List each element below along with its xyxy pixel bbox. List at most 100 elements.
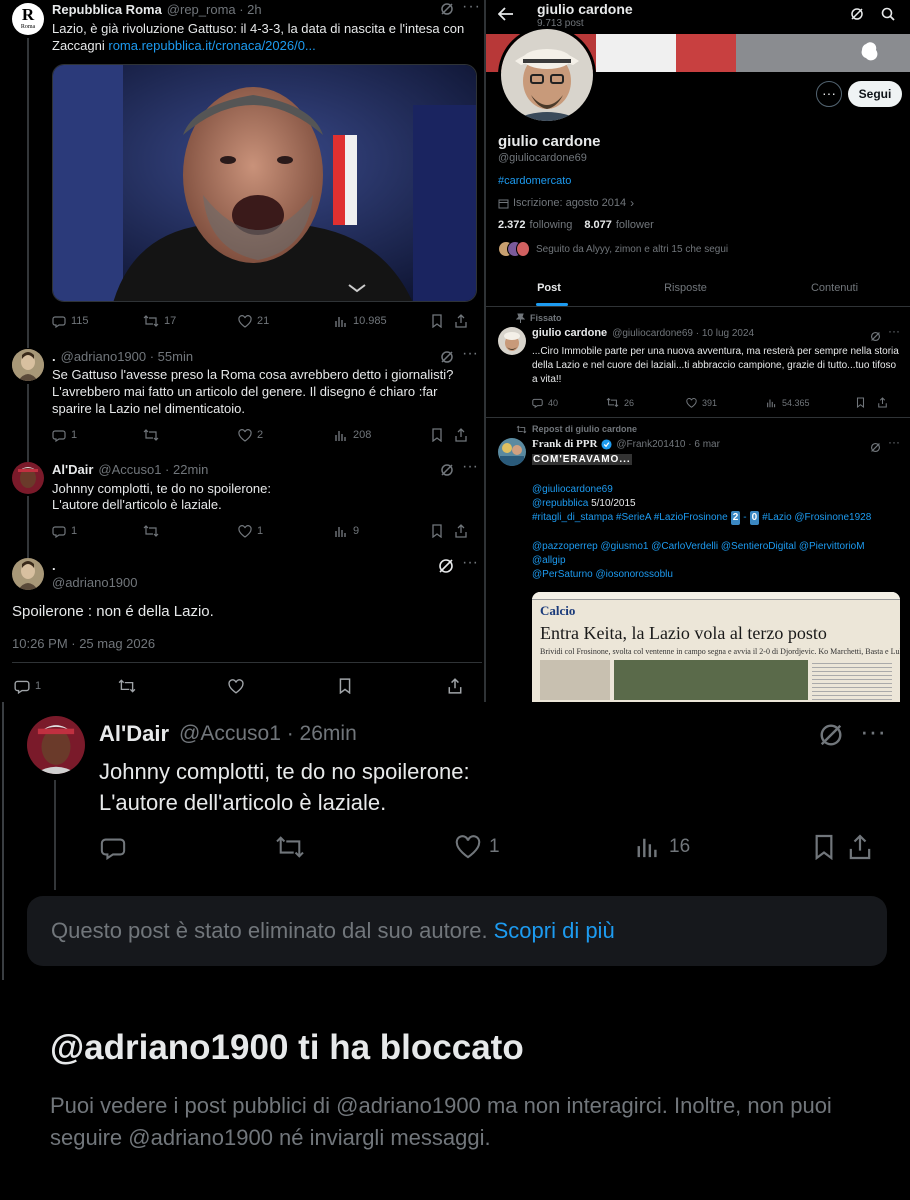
share-button[interactable] bbox=[455, 314, 467, 328]
author-handle[interactable]: @rep_roma · 2h bbox=[167, 2, 262, 17]
author-name[interactable]: Frank di PPR bbox=[532, 438, 597, 450]
follow-button[interactable]: Segui bbox=[848, 81, 902, 107]
author-name[interactable]: Al'Dair bbox=[99, 721, 169, 747]
learn-more-link[interactable]: Scopri di più bbox=[494, 918, 615, 944]
mention-link[interactable]: @giuliocardone69 bbox=[532, 483, 613, 497]
author-name[interactable]: giulio cardone bbox=[532, 327, 607, 339]
share-button[interactable] bbox=[878, 397, 887, 408]
tweet-timestamp[interactable]: 10:26 PM · 25 mag 2026 bbox=[12, 636, 155, 651]
retweet-button[interactable] bbox=[143, 524, 238, 538]
mentions-line2[interactable]: @allgip bbox=[532, 554, 566, 568]
author-handle[interactable]: @giuliocardone69 · 10 lug 2024 bbox=[612, 328, 754, 339]
adriano-avatar[interactable] bbox=[12, 349, 44, 381]
retweet-button[interactable] bbox=[275, 834, 455, 860]
author-handle[interactable]: @adriano1900 bbox=[52, 575, 137, 590]
tweet-text: Lazio, è già rivoluzione Gattuso: il 4-3… bbox=[52, 21, 465, 53]
hashtag-links[interactable]: #ritagli_di_stampa #SerieA #LazioFrosino… bbox=[532, 511, 728, 525]
author-handle[interactable]: @adriano1900 · 55min bbox=[61, 349, 193, 364]
author-name[interactable]: Al'Dair bbox=[52, 462, 93, 477]
bookmark-button[interactable] bbox=[431, 314, 455, 328]
frank-avatar[interactable] bbox=[498, 438, 526, 466]
views-button[interactable]: 208 bbox=[334, 429, 431, 442]
newspaper-clipping-image[interactable]: Calcio Entra Keita, la Lazio vola al ter… bbox=[532, 592, 900, 702]
tab-post[interactable]: Post bbox=[486, 269, 612, 306]
profile-hashtag[interactable]: #cardomercato bbox=[498, 175, 571, 187]
author-handle[interactable]: @Accuso1 · 22min bbox=[98, 462, 208, 477]
grok-icon[interactable] bbox=[440, 2, 454, 21]
following-stats[interactable]: 2.372 following 8.077 follower bbox=[498, 219, 654, 231]
back-arrow-icon[interactable] bbox=[497, 7, 514, 26]
author-handle[interactable]: @Frank201410 · 6 mar bbox=[616, 439, 720, 450]
share-button[interactable] bbox=[455, 524, 467, 538]
adriano-avatar[interactable] bbox=[12, 558, 44, 590]
views-button[interactable]: 16 bbox=[635, 835, 813, 859]
search-icon[interactable] bbox=[881, 7, 895, 26]
more-icon[interactable]: ··· bbox=[462, 554, 478, 572]
tab-risposte[interactable]: Risposte bbox=[612, 269, 759, 306]
retweet-button[interactable] bbox=[143, 428, 238, 442]
tab-contenuti[interactable]: Contenuti bbox=[759, 269, 910, 306]
mentions-line3[interactable]: @PerSaturno @iosonorossoblu bbox=[532, 568, 673, 582]
like-button[interactable]: 391 bbox=[686, 398, 766, 408]
more-icon[interactable]: ··· bbox=[888, 324, 900, 338]
pinned-avatar[interactable] bbox=[498, 327, 526, 355]
tweet-text: Se Gattuso l'avesse preso la Roma cosa a… bbox=[52, 367, 454, 416]
views-button[interactable]: 54.365 bbox=[766, 398, 856, 408]
reply-button[interactable]: 115 bbox=[52, 314, 143, 328]
share-icon bbox=[448, 678, 462, 694]
author-name[interactable]: . bbox=[52, 558, 56, 573]
big-tweet-text-line2: L'autore dell'articolo è laziale. bbox=[99, 790, 387, 815]
share-button[interactable] bbox=[448, 678, 462, 694]
bookmark-button[interactable] bbox=[431, 524, 455, 538]
profile-avatar[interactable] bbox=[498, 26, 596, 124]
like-button[interactable]: 21 bbox=[238, 314, 334, 328]
grok-icon[interactable] bbox=[850, 7, 864, 26]
followed-by[interactable]: Seguito da Alyyy, zimon e altri 15 che s… bbox=[498, 241, 728, 257]
more-icon[interactable]: ··· bbox=[462, 345, 478, 363]
pinned-header: giulio cardone @giuliocardone69 · 10 lug… bbox=[532, 327, 754, 339]
like-button[interactable]: 1 bbox=[455, 835, 635, 859]
like-button[interactable] bbox=[228, 678, 338, 694]
more-icon[interactable]: ··· bbox=[462, 0, 481, 16]
hashtag-links[interactable]: #Lazio @Frosinone1928 bbox=[762, 511, 871, 525]
repost-line2: @repubblica 5/10/2015 bbox=[532, 497, 636, 511]
repubblica-roma-avatar[interactable]: R Roma bbox=[12, 3, 44, 35]
views-button[interactable]: 9 bbox=[334, 525, 431, 538]
bookmark-button[interactable] bbox=[856, 397, 878, 408]
more-icon[interactable]: ··· bbox=[860, 716, 886, 747]
author-name[interactable]: Repubblica Roma bbox=[52, 2, 162, 17]
bookmark-button[interactable] bbox=[431, 428, 455, 442]
aldair-avatar[interactable] bbox=[12, 462, 44, 494]
retweet-button[interactable] bbox=[118, 678, 228, 694]
article-link[interactable]: roma.repubblica.it/cronaca/2026/0... bbox=[108, 38, 315, 53]
grok-icon[interactable] bbox=[870, 440, 881, 458]
profile-more-button[interactable]: ··· bbox=[816, 81, 842, 107]
retweet-button[interactable]: 26 bbox=[606, 397, 686, 408]
retweet-button[interactable]: 17 bbox=[143, 314, 238, 328]
reply-button[interactable]: 1 bbox=[14, 678, 118, 694]
share-icon bbox=[878, 397, 887, 408]
article-image[interactable] bbox=[52, 64, 477, 302]
aldair-avatar-large[interactable] bbox=[27, 716, 85, 774]
reply-button[interactable]: 1 bbox=[52, 524, 143, 538]
grok-icon[interactable] bbox=[438, 558, 454, 579]
bookmark-button[interactable] bbox=[813, 834, 849, 860]
bookmark-button[interactable] bbox=[338, 678, 448, 694]
share-button[interactable] bbox=[849, 834, 871, 860]
like-button[interactable]: 2 bbox=[238, 428, 334, 442]
author-name[interactable]: . bbox=[52, 349, 56, 364]
views-button[interactable]: 10.985 bbox=[334, 315, 431, 328]
reply-button[interactable]: 40 bbox=[532, 397, 606, 408]
more-icon[interactable]: ··· bbox=[462, 458, 478, 476]
grok-icon[interactable] bbox=[818, 722, 844, 753]
share-button[interactable] bbox=[455, 428, 467, 442]
mention-link[interactable]: @repubblica bbox=[532, 498, 588, 509]
mentions-line[interactable]: @pazzoperrep @giusmo1 @CarloVerdelli @Se… bbox=[532, 540, 865, 554]
reply-button[interactable]: 1 bbox=[52, 428, 143, 442]
more-icon[interactable]: ··· bbox=[888, 435, 900, 449]
like-button[interactable]: 1 bbox=[238, 524, 334, 538]
reply-button[interactable] bbox=[100, 834, 275, 860]
reply-icon bbox=[52, 430, 66, 442]
author-handle[interactable]: @Accuso1 · 26min bbox=[179, 722, 357, 746]
grok-icon[interactable] bbox=[440, 463, 454, 482]
